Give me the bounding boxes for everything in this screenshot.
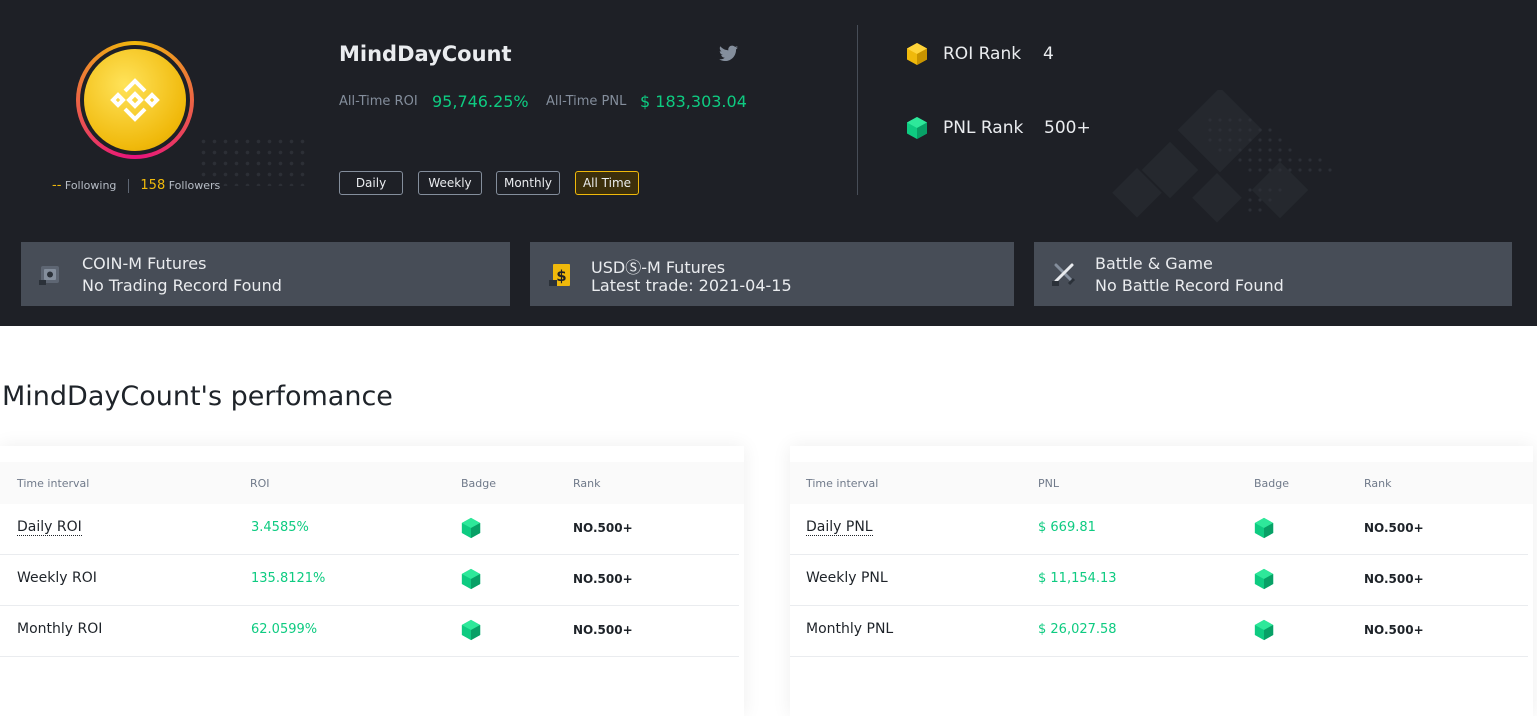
table-header bbox=[0, 462, 744, 504]
following-label[interactable]: Following bbox=[65, 179, 117, 192]
all-time-roi-label: All-Time ROI bbox=[339, 94, 418, 109]
card-title: COIN-M Futures bbox=[82, 254, 207, 273]
header-time-interval: Time interval bbox=[17, 477, 90, 490]
followers-count: 158 bbox=[140, 178, 166, 193]
card-title: USDⓈ-M Futures bbox=[591, 258, 726, 277]
roi-value: 135.8121% bbox=[251, 571, 326, 586]
roi-value: 3.4585% bbox=[251, 520, 309, 535]
header-rank: Rank bbox=[573, 477, 601, 490]
all-time-roi-value: 95,746.25% bbox=[432, 92, 529, 111]
background-pattern bbox=[1112, 90, 1332, 223]
table-row: Weekly ROI 135.8121% NO.500+ bbox=[0, 555, 739, 606]
card-subtitle: Latest trade: 2021-04-15 bbox=[591, 276, 792, 295]
pnl-rank: PNL Rank 500+ bbox=[905, 116, 1091, 140]
pnl-rank-label: PNL Rank bbox=[943, 118, 1024, 138]
following-count: -- bbox=[52, 178, 62, 193]
table-header bbox=[790, 462, 1533, 504]
gold-badge-icon bbox=[907, 43, 927, 65]
coin-m-futures-card[interactable]: COIN-M Futures No Trading Record Found bbox=[21, 242, 510, 306]
swords-icon bbox=[1052, 263, 1076, 286]
pnl-value: $ 669.81 bbox=[1038, 520, 1096, 535]
performance-title: MindDayCount's perfomance bbox=[2, 381, 393, 412]
pnl-rank-value: 500+ bbox=[1044, 118, 1091, 138]
rank-value: NO.500+ bbox=[573, 572, 633, 586]
rank-value: NO.500+ bbox=[573, 623, 633, 637]
dollar-icon: $ bbox=[549, 264, 570, 286]
follow-stats: -- Following 158 Followers bbox=[52, 178, 220, 193]
table-row: Monthly PNL $ 26,027.58 NO.500+ bbox=[790, 606, 1528, 657]
interval-label[interactable]: Daily PNL bbox=[806, 519, 873, 536]
vertical-divider bbox=[857, 25, 858, 195]
binance-logo-icon bbox=[84, 49, 186, 151]
period-daily-button[interactable]: Daily bbox=[339, 171, 403, 195]
roi-table: Time interval ROI Badge Rank Daily ROI 3… bbox=[0, 446, 744, 716]
profile-header: -- Following 158 Followers MindDayCount … bbox=[0, 0, 1537, 326]
roi-value: 62.0599% bbox=[251, 622, 318, 637]
period-weekly-button[interactable]: Weekly bbox=[418, 171, 482, 195]
username: MindDayCount bbox=[339, 42, 512, 66]
period-all-time-button[interactable]: All Time bbox=[575, 171, 639, 195]
green-badge-icon bbox=[907, 117, 927, 139]
roi-rank: ROI Rank 4 bbox=[905, 42, 1054, 66]
rank-value: NO.500+ bbox=[1364, 623, 1424, 637]
safe-icon bbox=[39, 266, 59, 285]
green-badge-icon bbox=[461, 568, 481, 590]
interval-label: Weekly PNL bbox=[806, 570, 888, 586]
rank-value: NO.500+ bbox=[1364, 521, 1424, 535]
card-subtitle: No Trading Record Found bbox=[82, 276, 282, 295]
usds-m-futures-card[interactable]: $ USDⓈ-M Futures Latest trade: 2021-04-1… bbox=[530, 242, 1014, 306]
pnl-value: $ 11,154.13 bbox=[1038, 571, 1117, 586]
all-time-pnl-label: All-Time PNL bbox=[546, 94, 627, 109]
all-time-pnl-value: $ 183,303.04 bbox=[640, 92, 747, 111]
header-badge: Badge bbox=[461, 477, 497, 490]
avatar[interactable] bbox=[76, 41, 194, 159]
table-row: Monthly ROI 62.0599% NO.500+ bbox=[0, 606, 739, 657]
roi-rank-label: ROI Rank bbox=[943, 44, 1022, 64]
header-time-interval: Time interval bbox=[806, 477, 879, 490]
header-rank: Rank bbox=[1364, 477, 1392, 490]
green-badge-icon bbox=[461, 517, 481, 539]
interval-label: Monthly ROI bbox=[17, 621, 103, 637]
pnl-table: Time interval PNL Badge Rank Daily PNL $… bbox=[790, 446, 1533, 716]
pnl-value: $ 26,027.58 bbox=[1038, 622, 1117, 637]
svg-text:$: $ bbox=[556, 267, 566, 285]
interval-label: Monthly PNL bbox=[806, 621, 894, 637]
header-badge: Badge bbox=[1254, 477, 1290, 490]
header-roi: ROI bbox=[250, 477, 270, 490]
card-subtitle: No Battle Record Found bbox=[1095, 276, 1284, 295]
table-row: Weekly PNL $ 11,154.13 NO.500+ bbox=[790, 555, 1528, 606]
rank-value: NO.500+ bbox=[1364, 572, 1424, 586]
green-badge-icon bbox=[461, 619, 481, 641]
table-row: Daily ROI 3.4585% NO.500+ bbox=[0, 504, 739, 555]
green-badge-icon bbox=[1254, 517, 1274, 539]
battle-game-card[interactable]: Battle & Game No Battle Record Found bbox=[1034, 242, 1512, 306]
followers-label[interactable]: Followers bbox=[169, 179, 221, 192]
period-monthly-button[interactable]: Monthly bbox=[496, 171, 560, 195]
header-pnl: PNL bbox=[1038, 477, 1059, 490]
card-title: Battle & Game bbox=[1095, 254, 1213, 273]
interval-label: Weekly ROI bbox=[17, 570, 97, 586]
divider bbox=[127, 179, 129, 193]
green-badge-icon bbox=[1254, 568, 1274, 590]
twitter-icon[interactable] bbox=[719, 45, 738, 62]
rank-value: NO.500+ bbox=[573, 521, 633, 535]
interval-label[interactable]: Daily ROI bbox=[17, 519, 82, 536]
table-row: Daily PNL $ 669.81 NO.500+ bbox=[790, 504, 1528, 555]
roi-rank-value: 4 bbox=[1043, 44, 1054, 64]
green-badge-icon bbox=[1254, 619, 1274, 641]
